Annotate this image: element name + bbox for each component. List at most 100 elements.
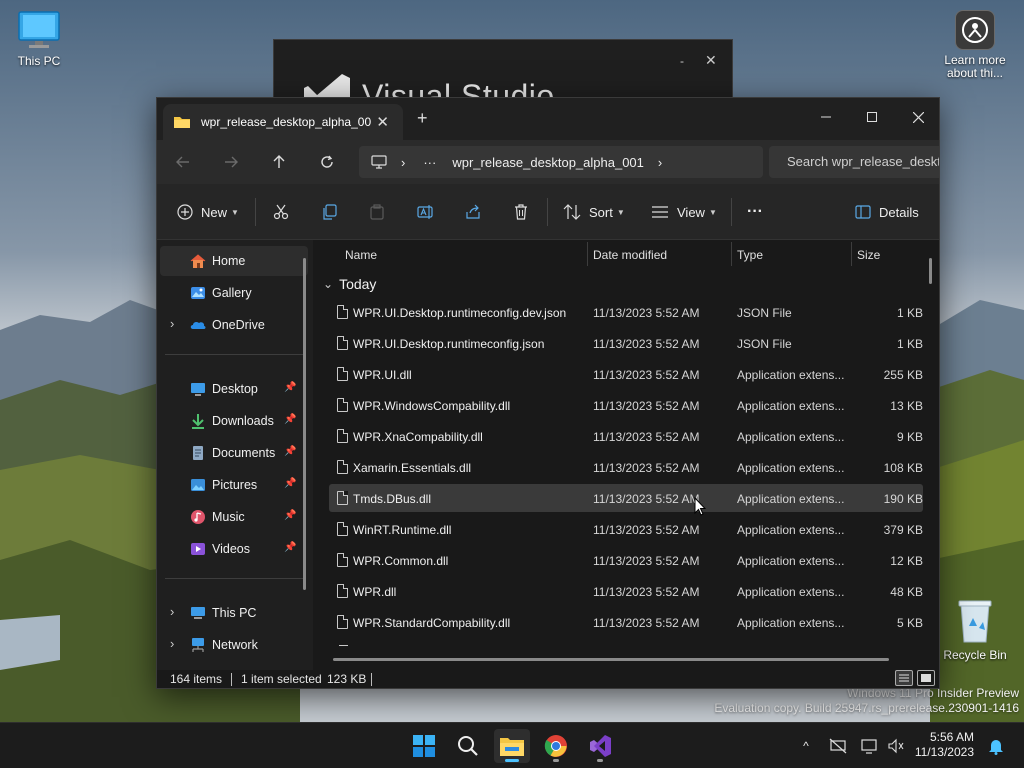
nav-item-home[interactable]: Home (160, 246, 308, 276)
sort-button[interactable]: Sort ▼ (563, 198, 625, 226)
new-button[interactable]: New ▼ (177, 198, 239, 226)
close-icon (912, 111, 924, 123)
details-pane-button[interactable]: Details (855, 198, 919, 226)
cut-button[interactable] (273, 198, 289, 226)
nav-item-onedrive[interactable]: › OneDrive (160, 310, 308, 340)
expand-chevron-icon[interactable]: › (170, 636, 174, 651)
taskbar-file-explorer[interactable] (494, 729, 530, 763)
minimize-button[interactable] (803, 102, 849, 132)
file-row[interactable]: WPR.Common.dll 11/13/2023 5:52 AM Applicat… (329, 546, 923, 574)
desktop-icon-this-pc[interactable]: This PC (0, 10, 79, 68)
column-divider[interactable] (587, 242, 588, 266)
nav-item-downloads[interactable]: Downloads 📌 (160, 406, 308, 436)
monitor-icon (861, 739, 877, 754)
file-row[interactable]: WPR.WindowsCompability.dll 11/13/2023 5:5… (329, 391, 923, 419)
tray-display-icon[interactable] (860, 736, 880, 756)
desktop-icon-recycle-bin[interactable]: Recycle Bin (935, 598, 1015, 662)
close-window-button[interactable] (895, 102, 939, 132)
nav-label: Home (212, 254, 246, 268)
breadcrumb-chevron-icon[interactable]: › (658, 155, 662, 170)
desktop-icon-learn-more[interactable]: Learn more about thi... (935, 10, 1015, 80)
view-button[interactable]: View ▼ (651, 198, 717, 226)
breadcrumb-current-folder[interactable]: wpr_release_desktop_alpha_001 (452, 155, 644, 170)
tab-close-icon[interactable]: ✕ (376, 113, 389, 131)
address-box[interactable]: › ··· wpr_release_desktop_alpha_001 › (359, 146, 763, 178)
nav-item-music[interactable]: Music 📌 (160, 502, 308, 532)
file-row[interactable]: WPR.UI.dll 11/13/2023 5:52 AM Application … (329, 360, 923, 388)
forward-button[interactable] (217, 150, 245, 174)
details-view-button[interactable] (895, 670, 913, 686)
delete-button[interactable] (513, 198, 529, 226)
thumbnail-view-button[interactable] (917, 670, 935, 686)
taskbar-visual-studio[interactable] (582, 729, 618, 763)
column-divider[interactable] (731, 242, 732, 266)
file-row[interactable]: WPR.XnaCompability.dll 11/13/2023 5:52 AM… (329, 422, 923, 450)
more-options-button[interactable]: ··· (747, 198, 763, 226)
clipboard-icon (370, 204, 384, 220)
file-type: JSON File (737, 306, 792, 320)
paste-button[interactable] (369, 198, 385, 226)
file-row[interactable]: WPR.StandardCompability.dll 11/13/2023 5:… (329, 608, 923, 636)
navigation-pane: Home Gallery › OneDrive Desktop 📌 Downlo… (157, 240, 313, 670)
chevron-down-icon: ▼ (616, 207, 625, 217)
file-row[interactable]: Tmds.DBus.dll 11/13/2023 5:52 AM Applicati… (329, 484, 923, 512)
file-row[interactable]: WPR.UI.Desktop.runtimeconfig.json 11/13/2… (329, 329, 923, 357)
tray-overflow-chevron-icon[interactable]: ^ (796, 736, 816, 756)
vertical-scrollbar[interactable] (929, 258, 932, 284)
pin-icon: 📌 (284, 478, 297, 489)
column-header-date-modified[interactable]: Date modified (593, 240, 667, 268)
copy-button[interactable] (321, 198, 337, 226)
tray-network-icon[interactable] (828, 736, 848, 756)
file-size: 190 KB (883, 492, 923, 506)
horizontal-scrollbar[interactable] (333, 658, 889, 661)
share-button[interactable] (465, 198, 481, 226)
vs-minimize-button[interactable]: - (680, 54, 684, 68)
file-row[interactable]: WPR.UI.Desktop.runtimeconfig.dev.json 11/… (329, 298, 923, 326)
maximize-button[interactable] (849, 102, 895, 132)
file-size: 108 KB (883, 461, 923, 475)
column-divider[interactable] (851, 242, 852, 266)
column-header-size[interactable]: Size (857, 240, 880, 268)
item-count: 164 items (170, 672, 223, 686)
nav-item-gallery[interactable]: Gallery (160, 278, 308, 308)
computer-icon (191, 607, 205, 619)
tab-wpr-release[interactable]: wpr_release_desktop_alpha_00 ✕ (163, 104, 403, 140)
tray-volume-icon[interactable] (886, 736, 906, 756)
system-clock[interactable]: 5:56 AM 11/13/2023 (908, 730, 974, 760)
search-input[interactable]: Search wpr_release_deskt (769, 146, 939, 178)
selection-count: 1 item selected (241, 672, 322, 686)
expand-chevron-icon[interactable]: › (170, 316, 174, 331)
back-button[interactable] (169, 150, 197, 174)
up-button[interactable] (265, 150, 293, 174)
column-header-name[interactable]: Name (345, 240, 377, 268)
file-row[interactable]: Xamarin.Essentials.dll 11/13/2023 5:52 AM… (329, 453, 923, 481)
nav-item-this-pc[interactable]: › This PC (160, 598, 308, 628)
nav-scrollbar[interactable] (303, 258, 306, 590)
nav-item-videos[interactable]: Videos 📌 (160, 534, 308, 564)
notification-bell-button[interactable] (986, 736, 1006, 756)
rename-button[interactable] (417, 198, 435, 226)
nav-item-documents[interactable]: Documents 📌 (160, 438, 308, 468)
breadcrumb-overflow-button[interactable]: ··· (423, 155, 436, 170)
group-header-today[interactable]: ⌄ Today (323, 272, 376, 296)
file-row[interactable]: WPR.dll 11/13/2023 5:52 AM Application ext… (329, 577, 923, 605)
file-type: Application extens... (737, 554, 845, 568)
column-header-type[interactable]: Type (737, 240, 763, 268)
taskbar-chrome[interactable] (538, 729, 574, 763)
start-button[interactable] (406, 729, 442, 763)
file-type: Application extens... (737, 461, 845, 475)
nav-label: Videos (212, 542, 250, 556)
nav-item-desktop[interactable]: Desktop 📌 (160, 374, 308, 404)
file-type: Application extens... (737, 430, 845, 444)
expand-chevron-icon[interactable]: › (170, 604, 174, 619)
taskbar-search-button[interactable] (450, 729, 486, 763)
nav-item-pictures[interactable]: Pictures 📌 (160, 470, 308, 500)
refresh-button[interactable] (313, 150, 341, 174)
vs-close-button[interactable]: ✕ (705, 52, 717, 69)
file-row[interactable]: WinRT.Runtime.dll 11/13/2023 5:52 AM Appli… (329, 515, 923, 543)
monitor-icon (17, 10, 61, 50)
file-date-modified: 11/13/2023 5:52 AM (593, 337, 700, 351)
nav-item-network[interactable]: › Network (160, 630, 308, 660)
new-tab-button[interactable]: + (417, 108, 428, 129)
up-arrow-icon (273, 155, 285, 168)
